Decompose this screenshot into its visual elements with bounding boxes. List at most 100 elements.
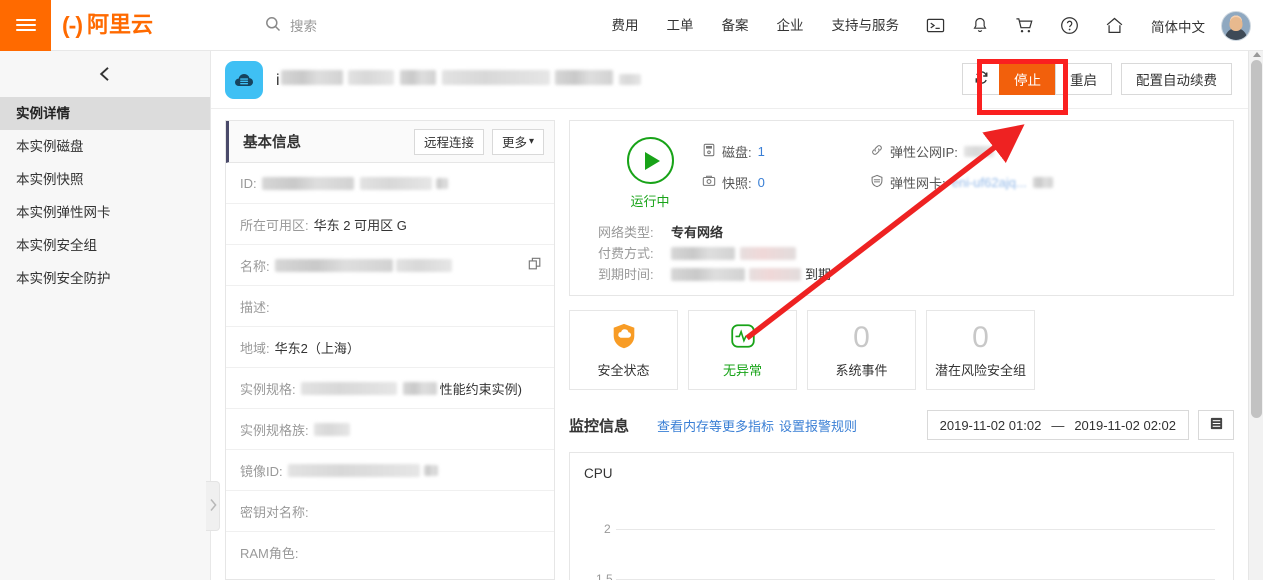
- hamburger-bar: [15, 29, 36, 32]
- sidebar-item-security-groups[interactable]: 本实例安全组: [0, 229, 210, 262]
- restart-button[interactable]: 重启: [1055, 63, 1112, 95]
- metrics-column-left: 磁盘: 1 快照: 0: [702, 142, 870, 192]
- info-label: 名称:: [240, 258, 270, 274]
- play-circle-icon: [626, 137, 674, 184]
- shield-cloud-icon: [609, 321, 639, 354]
- terminal-icon[interactable]: [913, 16, 958, 35]
- nav-link-enterprise[interactable]: 企业: [763, 0, 818, 51]
- link-icon: [870, 143, 884, 160]
- home-icon[interactable]: [1092, 16, 1137, 35]
- sidebar-item-instance-detail[interactable]: 实例详情: [0, 97, 210, 130]
- info-label: 镜像ID:: [240, 463, 283, 479]
- left-sidebar: 实例详情 本实例磁盘 本实例快照 本实例弹性网卡 本实例安全组 本实例安全防护: [0, 51, 211, 580]
- date-range-start: 2019-11-02 01:02: [939, 417, 1042, 433]
- refresh-button[interactable]: [962, 63, 1000, 95]
- sidebar-item-eni[interactable]: 本实例弹性网卡: [0, 196, 210, 229]
- metric-label: 弹性公网IP:: [890, 145, 958, 160]
- instance-title-redacted: [280, 69, 343, 85]
- nav-link-fee[interactable]: 费用: [598, 0, 653, 51]
- hamburger-icon[interactable]: [0, 0, 51, 51]
- help-icon[interactable]: [1047, 16, 1092, 35]
- sidebar-item-security-protection[interactable]: 本实例安全防护: [0, 262, 210, 295]
- expiry-time-redacted: [749, 268, 801, 281]
- tile-risky-security-groups[interactable]: 0 潜在风险安全组: [926, 310, 1035, 390]
- chart-gridline: [616, 529, 1215, 530]
- sidebar-item-snapshots[interactable]: 本实例快照: [0, 163, 210, 196]
- sidebar-expand-tab[interactable]: [206, 481, 220, 531]
- copy-icon[interactable]: [528, 257, 542, 274]
- brand-name: 阿里云: [86, 12, 153, 37]
- metrics-column-right: 弹性公网IP: 弹性网卡: eni-uf62ajq...: [870, 142, 1053, 192]
- tile-value: 0: [972, 320, 989, 354]
- nav-link-icp[interactable]: 备案: [708, 0, 763, 51]
- nav-link-ticket[interactable]: 工单: [653, 0, 708, 51]
- info-row-name: 名称:: [226, 245, 554, 286]
- aliyun-mark-icon: (-): [62, 11, 83, 38]
- info-label: 描述:: [240, 299, 270, 315]
- configure-auto-renew-button[interactable]: 配置自动续费: [1121, 63, 1232, 95]
- instance-title-prefix: i: [276, 71, 280, 89]
- metric-elastic-ip: 弹性公网IP:: [870, 142, 1053, 161]
- payment-type-label: 付费方式:: [598, 246, 654, 261]
- info-value-redacted: [435, 177, 448, 189]
- cart-icon[interactable]: [1002, 16, 1047, 35]
- instance-metrics: 磁盘: 1 快照: 0 弹性公网IP: 弹性网卡: eni-uf62ajq...: [702, 142, 1233, 192]
- chevron-right-icon: [208, 497, 218, 516]
- chevron-down-icon: ▾: [528, 136, 534, 147]
- language-selector[interactable]: 简体中文: [1137, 16, 1215, 36]
- remote-connect-button[interactable]: 远程连接: [413, 128, 484, 155]
- tile-security-status[interactable]: 安全状态: [569, 310, 678, 390]
- metric-disk: 磁盘: 1: [702, 142, 870, 161]
- monitoring-title: 监控信息: [569, 417, 630, 435]
- info-value-redacted: [300, 381, 397, 395]
- search-placeholder: 搜索: [290, 19, 317, 34]
- instance-title-redacted: [399, 69, 436, 85]
- metric-label: 磁盘:: [722, 145, 752, 160]
- network-type-value: 专有网络: [671, 225, 724, 240]
- vertical-scrollbar[interactable]: [1248, 51, 1263, 580]
- date-range-picker: 2019-11-02 01:02 — 2019-11-02 02:02: [926, 410, 1234, 440]
- info-row-zone: 所在可用区: 华东 2 可用区 G: [226, 204, 554, 245]
- avatar[interactable]: [1221, 10, 1251, 41]
- metric-list-button[interactable]: [1198, 410, 1234, 440]
- refresh-icon: [974, 70, 989, 88]
- set-alarm-rules-link[interactable]: 设置报警规则: [779, 416, 857, 435]
- info-value-redacted: [423, 464, 438, 476]
- more-button[interactable]: 更多 ▾: [491, 128, 544, 155]
- sidebar-collapse-button[interactable]: [0, 51, 210, 97]
- payment-type-redacted: [671, 247, 735, 260]
- info-row-instance-family: 实例规格族:: [226, 409, 554, 450]
- network-type-row: 网络类型: 专有网络: [598, 222, 1233, 243]
- metric-value[interactable]: 0: [758, 175, 765, 190]
- info-row-image-id: 镜像ID:: [226, 450, 554, 491]
- info-value-redacted: [261, 176, 354, 190]
- metric-value[interactable]: 1: [758, 144, 765, 159]
- metric-value[interactable]: eni-uf62ajq...: [952, 175, 1027, 190]
- info-value-redacted: [395, 258, 452, 272]
- brand-logo[interactable]: (-) 阿里云: [62, 11, 153, 38]
- tile-no-exception[interactable]: 无异常: [688, 310, 797, 390]
- info-value-redacted: [313, 422, 350, 436]
- view-more-metrics-link[interactable]: 查看内存等更多指标: [657, 416, 774, 435]
- info-label: 实例规格族:: [240, 422, 309, 438]
- tile-system-events[interactable]: 0 系统事件: [807, 310, 916, 390]
- list-icon: [1209, 416, 1224, 434]
- scrollbar-thumb[interactable]: [1251, 60, 1262, 418]
- disk-icon: [702, 143, 716, 160]
- snapshot-icon: [702, 174, 716, 191]
- info-value: 性能约束实例): [439, 381, 522, 397]
- monitoring-toolbar: 监控信息 查看内存等更多指标 设置报警规则 2019-11-02 01:02 —…: [569, 410, 1234, 440]
- stop-button[interactable]: 停止: [999, 63, 1056, 95]
- date-range-input[interactable]: 2019-11-02 01:02 — 2019-11-02 02:02: [926, 410, 1189, 440]
- chart-title: CPU: [584, 466, 613, 481]
- info-row-region: 地域: 华东2（上海）: [226, 327, 554, 368]
- search-input[interactable]: 搜索: [265, 15, 317, 35]
- info-row-ram-role: RAM角色:: [226, 532, 554, 573]
- network-type-label: 网络类型:: [598, 225, 654, 240]
- sidebar-item-disks[interactable]: 本实例磁盘: [0, 130, 210, 163]
- info-row-key-pair: 密钥对名称:: [226, 491, 554, 532]
- instance-title-redacted: [441, 69, 550, 85]
- nav-link-support[interactable]: 支持与服务: [818, 0, 914, 51]
- scroll-up-arrow-icon[interactable]: [1253, 52, 1261, 57]
- bell-icon[interactable]: [958, 16, 1002, 35]
